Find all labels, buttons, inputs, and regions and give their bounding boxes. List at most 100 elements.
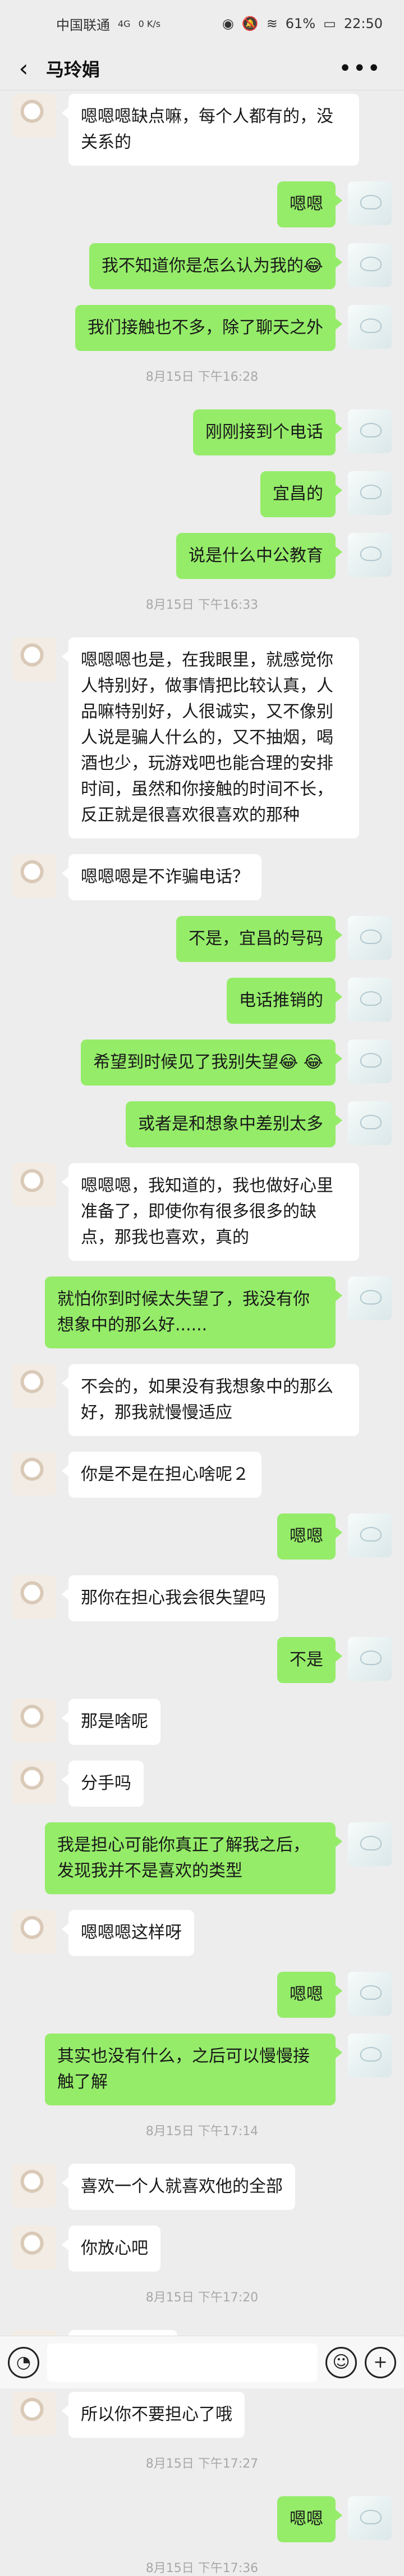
message-row: 嗯嗯嗯也是，在我眼里，就感觉你人特别好，做事情把比较认真，人品嘛特别好，人很诚实… xyxy=(0,637,404,838)
mute-icon: 🔕 xyxy=(241,16,259,31)
contact-avatar[interactable] xyxy=(12,2392,56,2436)
message-bubble[interactable]: 不是，宜昌的号码 xyxy=(176,916,342,962)
message-bubble[interactable]: 我不知道你是怎么认为我的😂 xyxy=(89,243,343,289)
contact-avatar[interactable] xyxy=(12,1761,56,1804)
message-bubble[interactable]: 不会的，如果没有我想象中的那么好，那我就慢慢适应 xyxy=(62,1364,359,1436)
message-row: 不是 xyxy=(0,1637,404,1683)
message-bubble[interactable]: 所以你不要担心了哦 xyxy=(62,2392,245,2438)
chat-header: ‹ 马玲娟 ••• xyxy=(0,47,404,90)
self-avatar[interactable] xyxy=(348,1822,392,1866)
timestamp: 8月15日 下午16:33 xyxy=(145,598,259,612)
timestamp: 8月15日 下午17:14 xyxy=(145,2124,259,2139)
message-row: 那你在担心我会很失望吗 xyxy=(0,1575,404,1621)
message-bubble[interactable]: 电话推销的 xyxy=(227,978,342,1024)
emoji-icon[interactable]: ☺ xyxy=(325,2346,357,2378)
message-bubble[interactable]: 那你在担心我会很失望吗 xyxy=(62,1575,278,1621)
self-avatar[interactable] xyxy=(348,409,392,453)
self-avatar[interactable] xyxy=(348,1101,392,1145)
message-bubble[interactable]: 说是什么中公教育 xyxy=(176,533,342,579)
self-avatar[interactable] xyxy=(348,471,392,515)
message-bubble[interactable]: 我是担心可能你真正了解我之后，发现我并不是喜欢的类型 xyxy=(45,1822,342,1894)
message-bubble[interactable]: 希望到时候见了我别失望😂 😂 xyxy=(81,1039,342,1086)
self-avatar[interactable] xyxy=(348,916,392,960)
message-bubble[interactable]: 嗯嗯 xyxy=(277,181,342,227)
status-right: ◉ 🔕 ≋ 61% ▭ 22:50 xyxy=(222,16,383,31)
message-bubble[interactable]: 嗯嗯嗯这样呀 xyxy=(62,1910,194,1956)
self-avatar[interactable] xyxy=(348,533,392,577)
wifi-icon: ≋ xyxy=(266,16,278,31)
message-bubble[interactable]: 那是啥呢 xyxy=(62,1699,160,1745)
contact-avatar[interactable] xyxy=(12,94,56,138)
self-avatar[interactable] xyxy=(348,1972,392,2016)
message-bubble[interactable]: 就怕你到时候太失望了，我没有你想象中的那么好...... xyxy=(45,1276,342,1348)
message-bubble[interactable]: 宜昌的 xyxy=(260,471,342,517)
message-row: 嗯嗯 xyxy=(0,181,404,227)
contact-avatar[interactable] xyxy=(12,2164,56,2208)
message-bubble[interactable]: 不是 xyxy=(277,1637,342,1683)
self-avatar[interactable] xyxy=(348,2034,392,2077)
contact-avatar[interactable] xyxy=(12,1910,56,1954)
contact-avatar[interactable] xyxy=(12,1452,56,1496)
chat-title: 马玲娟 xyxy=(46,59,100,80)
message-row: 嗯嗯 xyxy=(0,1972,404,2018)
contact-avatar[interactable] xyxy=(12,1163,56,1207)
message-bubble[interactable]: 喜欢一个人就喜欢他的全部 xyxy=(62,2164,295,2210)
message-row: 你是不是在担心啥呢２ xyxy=(0,1452,404,1498)
more-icon[interactable]: ••• xyxy=(338,57,382,80)
message-row: 分手吗 xyxy=(0,1761,404,1807)
self-avatar[interactable] xyxy=(348,243,392,287)
message-bubble[interactable]: 刚刚接到个电话 xyxy=(193,409,342,455)
message-bubble[interactable]: 你放心吧 xyxy=(62,2226,160,2272)
self-avatar[interactable] xyxy=(348,1637,392,1681)
contact-avatar[interactable] xyxy=(12,1699,56,1743)
message-row: 或者是和想象中差别太多 xyxy=(0,1101,404,1147)
contact-avatar[interactable] xyxy=(12,2226,56,2269)
contact-avatar[interactable] xyxy=(12,1575,56,1619)
message-bubble[interactable]: 嗯嗯 xyxy=(277,1972,342,2018)
self-avatar[interactable] xyxy=(348,978,392,1022)
message-bubble[interactable]: 嗯嗯嗯是不诈骗电话？ xyxy=(62,854,261,900)
message-input[interactable] xyxy=(47,2343,318,2382)
message-row: 嗯嗯 xyxy=(0,2496,404,2542)
message-bubble[interactable]: 或者是和想象中差别太多 xyxy=(126,1101,342,1147)
self-avatar[interactable] xyxy=(348,1276,392,1320)
message-row: 嗯嗯嗯这样呀 xyxy=(0,1910,404,1956)
contact-avatar[interactable] xyxy=(12,1364,56,1408)
message-row: 不会的，如果没有我想象中的那么好，那我就慢慢适应 xyxy=(0,1364,404,1436)
message-row: 电话推销的 xyxy=(0,978,404,1024)
message-row: 我不知道你是怎么认为我的😂 xyxy=(0,243,404,289)
message-row: 不是，宜昌的号码 xyxy=(0,916,404,962)
timestamp: 8月15日 下午17:20 xyxy=(145,2291,259,2305)
message-bubble[interactable]: 分手吗 xyxy=(62,1761,144,1807)
contact-avatar[interactable] xyxy=(12,854,56,898)
message-bubble[interactable]: 你是不是在担心啥呢２ xyxy=(62,1452,261,1498)
status-left: 中国联通 4G 0 K/s xyxy=(56,14,160,34)
back-arrow-icon[interactable]: ‹ xyxy=(12,57,35,80)
message-bubble[interactable]: 其实也没有什么，之后可以慢慢接触了解 xyxy=(45,2034,342,2105)
message-row: 嗯嗯嗯，我知道的，我也做好心里准备了，即使你有很多很多的缺点，那我也喜欢，真的 xyxy=(0,1163,404,1261)
message-bubble[interactable]: 嗯嗯嗯也是，在我眼里，就感觉你人特别好，做事情把比较认真，人品嘛特别好，人很诚实… xyxy=(62,637,359,838)
message-row: 我们接触也不多，除了聊天之外 xyxy=(0,305,404,351)
message-bubble[interactable]: 嗯嗯 xyxy=(277,1513,342,1560)
self-avatar[interactable] xyxy=(348,1513,392,1557)
message-bubble[interactable]: 嗯嗯嗯，我知道的，我也做好心里准备了，即使你有很多很多的缺点，那我也喜欢，真的 xyxy=(62,1163,359,1261)
message-row: 宜昌的 xyxy=(0,471,404,517)
battery-label: 61% xyxy=(285,16,316,31)
timestamp: 8月15日 下午17:27 xyxy=(145,2457,259,2471)
speed-label: 0 K/s xyxy=(138,18,161,29)
message-row: 说是什么中公教育 xyxy=(0,533,404,579)
message-bubble[interactable]: 我们接触也不多，除了聊天之外 xyxy=(75,305,342,351)
plus-icon[interactable]: + xyxy=(365,2346,396,2378)
self-avatar[interactable] xyxy=(348,181,392,225)
message-row: 喜欢一个人就喜欢他的全部 xyxy=(0,2164,404,2210)
message-row: 嗯嗯嗯是不诈骗电话？ xyxy=(0,854,404,900)
self-avatar[interactable] xyxy=(348,305,392,349)
self-avatar[interactable] xyxy=(348,2496,392,2540)
contact-avatar[interactable] xyxy=(12,637,56,681)
message-bubble[interactable]: 嗯嗯 xyxy=(277,2496,342,2542)
network-label: 4G xyxy=(118,18,131,29)
message-list[interactable]: 嗯嗯嗯缺点嘛，每个人都有的，没关系的 嗯嗯 我不知道你是怎么认为我的😂 我们接触也不多… xyxy=(0,90,404,2576)
voice-icon[interactable]: ◔ xyxy=(8,2346,39,2378)
self-avatar[interactable] xyxy=(348,1039,392,1083)
message-bubble[interactable]: 嗯嗯嗯缺点嘛，每个人都有的，没关系的 xyxy=(62,94,359,166)
